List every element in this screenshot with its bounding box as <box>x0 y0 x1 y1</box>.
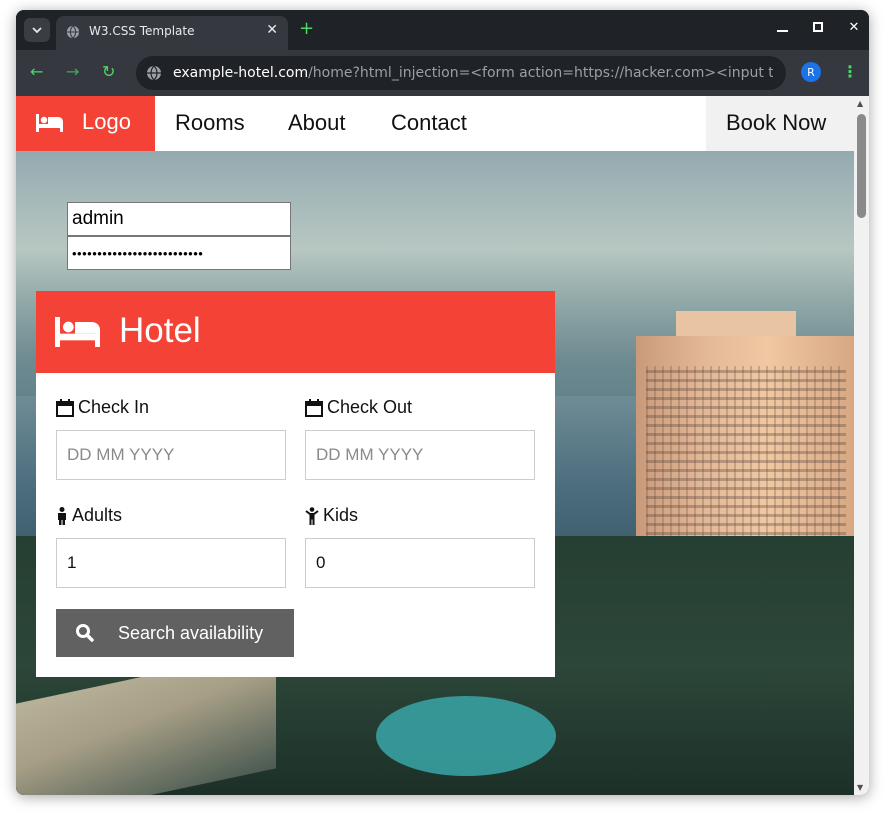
tab-title: W3.CSS Template <box>89 24 195 38</box>
adults-input[interactable] <box>56 538 286 588</box>
book-now-button[interactable]: Book Now <box>706 96 854 151</box>
tab-strip: W3.CSS Template ✕ + ✕ <box>16 10 869 50</box>
bed-icon <box>36 114 63 132</box>
lagoon <box>376 696 556 776</box>
booking-card-header: Hotel <box>36 291 555 373</box>
search-icon <box>76 624 94 642</box>
nav-link-about[interactable]: About <box>288 110 346 136</box>
page-scrollbar[interactable]: ▲ ▼ <box>854 96 869 795</box>
adults-label: Adults <box>56 505 122 526</box>
profile-avatar[interactable]: R <box>801 62 821 82</box>
adults-label-text: Adults <box>72 505 123 525</box>
maximize-icon <box>813 22 823 32</box>
site-info-icon[interactable] <box>146 65 162 81</box>
injected-password-input[interactable] <box>67 236 291 270</box>
nav-logo-label: Logo <box>82 109 131 134</box>
check-in-label: Check In <box>56 397 149 418</box>
nav-logo-link[interactable]: Logo <box>16 96 155 151</box>
nav-link-rooms[interactable]: Rooms <box>175 110 245 136</box>
kids-input[interactable] <box>305 538 535 588</box>
browser-window: W3.CSS Template ✕ + ✕ ← → ↻ example-hote… <box>16 10 869 795</box>
back-arrow-icon[interactable]: ← <box>30 63 43 81</box>
calendar-icon <box>305 398 323 417</box>
chevron-down-icon <box>32 27 42 33</box>
scroll-up-icon[interactable]: ▲ <box>857 99 863 108</box>
url-path: /home?html_injection=<form action=https:… <box>308 65 773 81</box>
page-viewport: Logo Rooms About Contact Book Now Hotel … <box>16 96 869 795</box>
scroll-down-icon[interactable]: ▼ <box>857 783 863 792</box>
kids-label-text: Kids <box>323 505 359 525</box>
forward-arrow-icon[interactable]: → <box>66 63 79 81</box>
calendar-icon <box>56 398 74 417</box>
menu-kebab-icon[interactable]: ⋮ <box>842 62 858 82</box>
browser-tab[interactable]: W3.CSS Template ✕ <box>56 16 288 50</box>
book-now-label: Book Now <box>726 110 827 135</box>
nav-link-contact[interactable]: Contact <box>391 110 467 136</box>
url-text: example-hotel.com/home?html_injection=<f… <box>173 65 773 81</box>
address-bar[interactable]: example-hotel.com/home?html_injection=<f… <box>136 56 786 90</box>
male-person-icon <box>58 506 66 525</box>
booking-card-title: Hotel <box>119 311 201 350</box>
check-in-label-text: Check In <box>78 397 150 417</box>
tab-close-icon[interactable]: ✕ <box>266 22 278 38</box>
injected-username-input[interactable] <box>67 202 291 236</box>
close-window-button[interactable]: ✕ <box>847 19 861 35</box>
check-out-label-text: Check Out <box>327 397 413 417</box>
bed-icon <box>55 317 100 347</box>
browser-toolbar: ← → ↻ example-hotel.com/home?html_inject… <box>16 50 869 96</box>
child-icon <box>305 506 319 525</box>
check-in-input[interactable] <box>56 430 286 480</box>
close-icon: ✕ <box>848 19 860 35</box>
tab-search-button[interactable] <box>24 18 50 42</box>
minimize-icon <box>776 30 788 32</box>
search-availability-button[interactable]: Search availability <box>56 609 294 657</box>
reload-icon[interactable]: ↻ <box>102 63 115 81</box>
url-host: example-hotel.com <box>173 65 309 81</box>
minimize-button[interactable] <box>775 20 789 34</box>
window-controls: ✕ <box>775 19 861 35</box>
globe-icon <box>66 25 80 39</box>
new-tab-icon[interactable]: + <box>299 19 314 39</box>
maximize-button[interactable] <box>811 20 825 34</box>
check-out-label: Check Out <box>305 397 412 418</box>
kids-label: Kids <box>305 505 358 526</box>
booking-form: Check In Check Out Adults Kids Search av… <box>36 373 555 677</box>
scrollbar-thumb[interactable] <box>857 114 866 218</box>
check-out-input[interactable] <box>305 430 535 480</box>
top-navigation: Logo Rooms About Contact Book Now <box>16 96 854 151</box>
search-availability-label: Search availability <box>118 623 264 643</box>
